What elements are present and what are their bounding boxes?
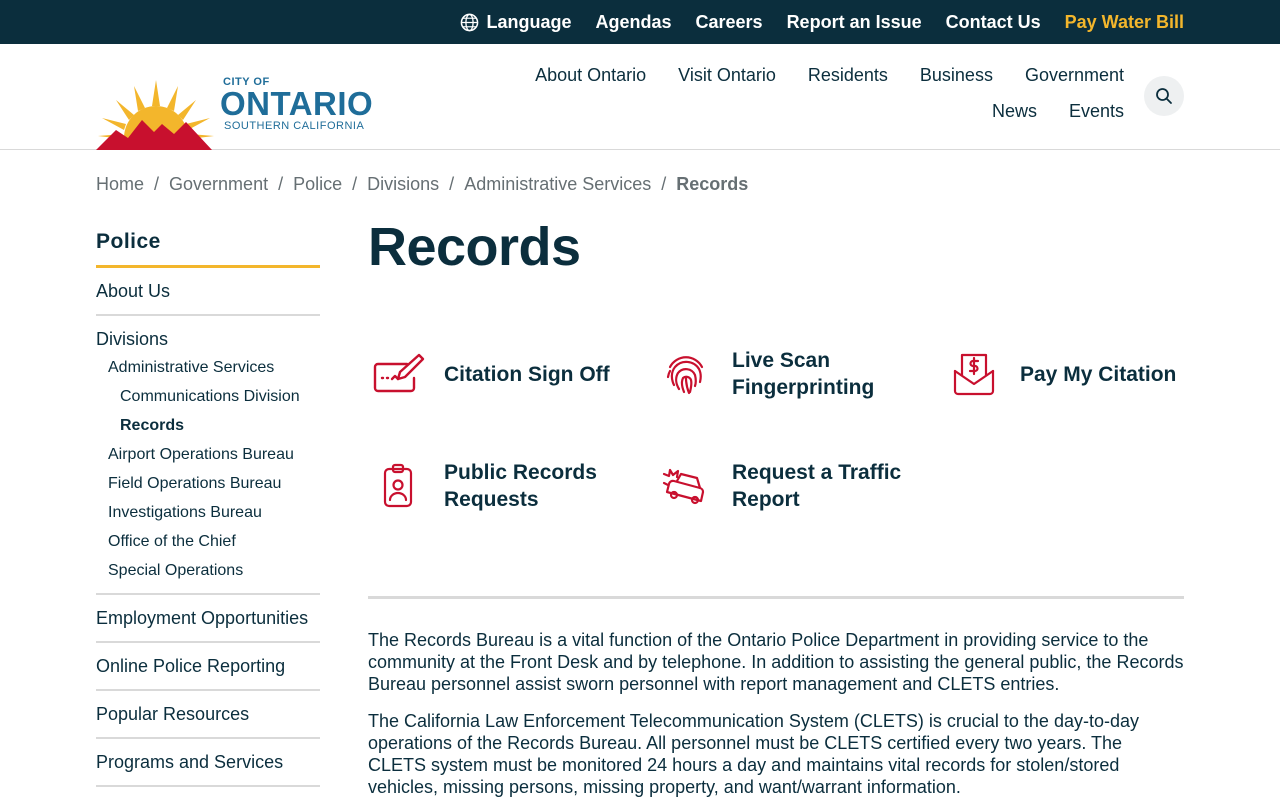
careers-link[interactable]: Careers (696, 12, 763, 33)
search-button[interactable] (1144, 76, 1184, 116)
breadcrumb-government[interactable]: Government (169, 172, 268, 196)
quick-link-public-records[interactable]: Public Records Requests (368, 456, 638, 516)
utility-bar: Language Agendas Careers Report an Issue… (0, 0, 1280, 44)
utility-links: Language Agendas Careers Report an Issue… (460, 0, 1184, 44)
sidebar-item-special-operations[interactable]: Special Operations (96, 556, 320, 585)
nav-about-ontario[interactable]: About Ontario (535, 64, 646, 86)
sidebar-item-divisions[interactable]: Divisions (96, 325, 320, 353)
sidebar-nav: Police About Us Divisions Administrative… (96, 230, 320, 787)
breadcrumb-current: Records (676, 174, 749, 194)
sidebar-item-popular-resources[interactable]: Popular Resources (96, 691, 320, 739)
sidebar-item-online-reporting[interactable]: Online Police Reporting (96, 643, 320, 691)
paragraph: The California Law Enforcement Telecommu… (368, 711, 1139, 797)
breadcrumb-separator: / (154, 174, 160, 194)
breadcrumb-separator: / (449, 174, 455, 194)
sidebar-item-investigations[interactable]: Investigations Bureau (96, 498, 320, 527)
sidebar-item-office-of-the-chief[interactable]: Office of the Chief (96, 527, 320, 556)
main-content: Records Citation Sign Off Live Scan Fing… (368, 214, 1184, 797)
nav-residents[interactable]: Residents (808, 64, 888, 86)
city-logo[interactable]: CITY OF ONTARIO SOUTHERN CALIFORNIA (96, 76, 376, 150)
breadcrumb-police[interactable]: Police (293, 172, 342, 196)
sidebar-item-programs-services[interactable]: Programs and Services (96, 739, 320, 787)
nav-visit-ontario[interactable]: Visit Ontario (678, 64, 776, 86)
quick-link-label: Public Records Requests (444, 461, 597, 511)
sidebar-item-records[interactable]: Records (96, 411, 320, 440)
main-nav-row-2: News Events (424, 100, 1124, 122)
globe-icon (461, 13, 479, 31)
sidebar-item-administrative-services[interactable]: Administrative Services (96, 353, 320, 382)
page-title: Records (368, 217, 581, 277)
agendas-link[interactable]: Agendas (595, 12, 671, 33)
sidebar-group-divisions: Divisions Administrative Services Commun… (96, 316, 320, 595)
sidebar-item-airport-operations[interactable]: Airport Operations Bureau (96, 440, 320, 469)
sidebar-title[interactable]: Police (96, 230, 320, 268)
search-icon (1156, 88, 1172, 104)
quick-link-live-scan[interactable]: Live Scan Fingerprinting (656, 344, 926, 404)
report-issue-link[interactable]: Report an Issue (787, 12, 922, 33)
breadcrumb-separator: / (661, 174, 667, 194)
breadcrumb-divisions[interactable]: Divisions (367, 172, 439, 196)
pay-water-bill-link[interactable]: Pay Water Bill (1065, 12, 1184, 33)
nav-news[interactable]: News (992, 100, 1037, 122)
sidebar-item-about-us[interactable]: About Us (96, 268, 320, 316)
nav-government[interactable]: Government (1025, 64, 1124, 86)
sun-mountain-logo-icon (96, 80, 214, 150)
contact-us-link[interactable]: Contact Us (946, 12, 1041, 33)
breadcrumb-home[interactable]: Home (96, 172, 144, 196)
sidebar-item-field-operations[interactable]: Field Operations Bureau (96, 469, 320, 498)
quick-link-citation-sign-off[interactable]: Citation Sign Off (368, 344, 638, 404)
logo-region: SOUTHERN CALIFORNIA (224, 120, 365, 132)
sidebar-item-employment[interactable]: Employment Opportunities (96, 595, 320, 643)
sidebar-item-communications-division[interactable]: Communications Division (96, 382, 320, 411)
quick-link-pay-citation[interactable]: Pay My Citation (944, 344, 1214, 404)
quick-link-label: Pay My Citation (1020, 362, 1177, 386)
breadcrumb-separator: / (352, 174, 358, 194)
language-label: Language (486, 11, 572, 32)
quick-link-traffic-report[interactable]: Request a Traffic Report (656, 456, 926, 516)
main-nav: About Ontario Visit Ontario Residents Bu… (424, 64, 1124, 136)
signature-icon (368, 344, 428, 404)
language-link[interactable]: Language (460, 12, 571, 33)
breadcrumb-administrative-services[interactable]: Administrative Services (464, 172, 651, 196)
logo-name: ONTARIO (220, 85, 374, 122)
id-badge-icon (368, 456, 428, 516)
quick-link-label: Citation Sign Off (444, 362, 610, 386)
fingerprint-icon (656, 344, 716, 404)
section-divider (368, 596, 1184, 599)
quick-link-label: Request a Traffic Report (732, 461, 902, 511)
paragraph: The Records Bureau is a vital function o… (368, 630, 1184, 694)
quick-links: Citation Sign Off Live Scan Fingerprinti… (368, 344, 1184, 534)
car-crash-icon (656, 456, 716, 516)
envelope-dollar-icon (944, 344, 1004, 404)
quick-link-label: Live Scan Fingerprinting (732, 349, 875, 399)
breadcrumb: Home / Government / Police / Divisions /… (96, 172, 748, 196)
nav-events[interactable]: Events (1069, 100, 1124, 122)
breadcrumb-separator: / (278, 174, 284, 194)
main-nav-row-1: About Ontario Visit Ontario Residents Bu… (424, 64, 1124, 86)
nav-business[interactable]: Business (920, 64, 993, 86)
site-header: CITY OF ONTARIO SOUTHERN CALIFORNIA Abou… (0, 44, 1280, 150)
body-text: The Records Bureau is a vital function o… (368, 629, 1184, 800)
